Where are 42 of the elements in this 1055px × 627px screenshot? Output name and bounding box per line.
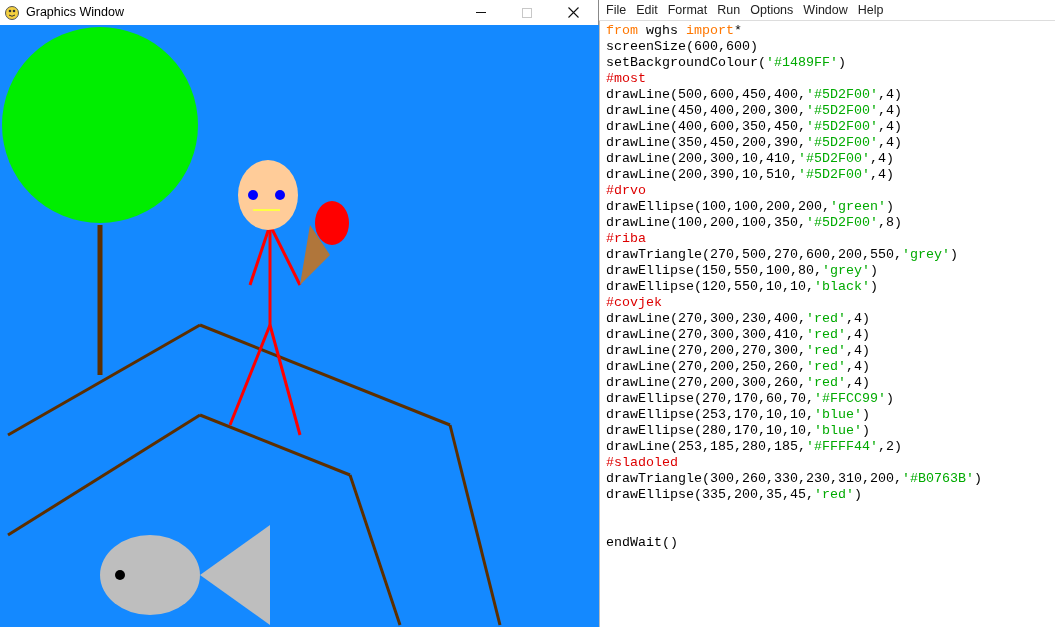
- menu-item[interactable]: Help: [852, 0, 889, 20]
- maximize-icon: [522, 7, 532, 18]
- code-line: #riba: [606, 231, 646, 247]
- window-title: Graphics Window: [26, 4, 124, 22]
- code-line: drawEllipse(150,550,100,80,'grey'): [606, 263, 878, 279]
- menu-item[interactable]: Edit: [631, 0, 663, 20]
- code-line: drawLine(400,600,350,450,'#5D2F00',4): [606, 119, 902, 135]
- code-line: drawLine(270,200,270,300,'red',4): [606, 343, 870, 359]
- code-line: drawLine(270,300,230,400,'red',4): [606, 311, 870, 327]
- code-line: endWait(): [606, 535, 678, 551]
- code-line: drawLine(253,185,280,185,'#FFFF44',2): [606, 439, 902, 455]
- code-line: drawLine(200,390,10,510,'#5D2F00',4): [606, 167, 894, 183]
- code-line: setBackgroundColour('#1489FF'): [606, 55, 846, 71]
- code-line: drawLine(270,200,250,260,'red',4): [606, 359, 870, 375]
- code-line: drawLine(270,300,300,410,'red',4): [606, 327, 870, 343]
- code-line: #drvo: [606, 183, 646, 199]
- code-line: drawEllipse(335,200,35,45,'red'): [606, 487, 862, 503]
- code-line: drawTriangle(300,260,330,230,310,200,'#B0763B'): [606, 471, 982, 487]
- code-line: #most: [606, 71, 646, 87]
- minimize-icon: [476, 12, 486, 13]
- code-line: drawEllipse(100,100,200,200,'green'): [606, 199, 894, 215]
- code-line: drawLine(500,600,450,400,'#5D2F00',4): [606, 87, 902, 103]
- code-line: drawLine(350,450,200,390,'#5D2F00',4): [606, 135, 902, 151]
- code-line: drawLine(100,200,100,350,'#5D2F00',8): [606, 215, 902, 231]
- code-line: drawTriangle(270,500,270,600,200,550,'grey'): [606, 247, 958, 263]
- code-line: drawLine(450,400,200,300,'#5D2F00',4): [606, 103, 902, 119]
- menu-item[interactable]: Options: [745, 0, 799, 20]
- menu-item[interactable]: Window: [798, 0, 853, 20]
- code-line: drawLine(200,300,10,410,'#5D2F00',4): [606, 151, 894, 167]
- code-line: screenSize(600,600): [606, 39, 758, 55]
- code-line: drawEllipse(280,170,10,10,'blue'): [606, 423, 870, 439]
- code-line: drawLine(270,200,300,260,'red',4): [606, 375, 870, 391]
- code-line: drawEllipse(253,170,10,10,'blue'): [606, 407, 870, 423]
- code-line: from wghs import*: [606, 23, 742, 39]
- code-line: drawEllipse(120,550,10,10,'black'): [606, 279, 878, 295]
- code-line: drawEllipse(270,170,60,70,'#FFCC99'): [606, 391, 894, 407]
- close-icon: [567, 7, 579, 18]
- menu-item[interactable]: Run: [712, 0, 746, 20]
- code-line: #covjek: [606, 295, 662, 311]
- menu-item[interactable]: File: [601, 0, 632, 20]
- code-line: #sladoled: [606, 455, 678, 471]
- menu-item[interactable]: Format: [662, 0, 713, 20]
